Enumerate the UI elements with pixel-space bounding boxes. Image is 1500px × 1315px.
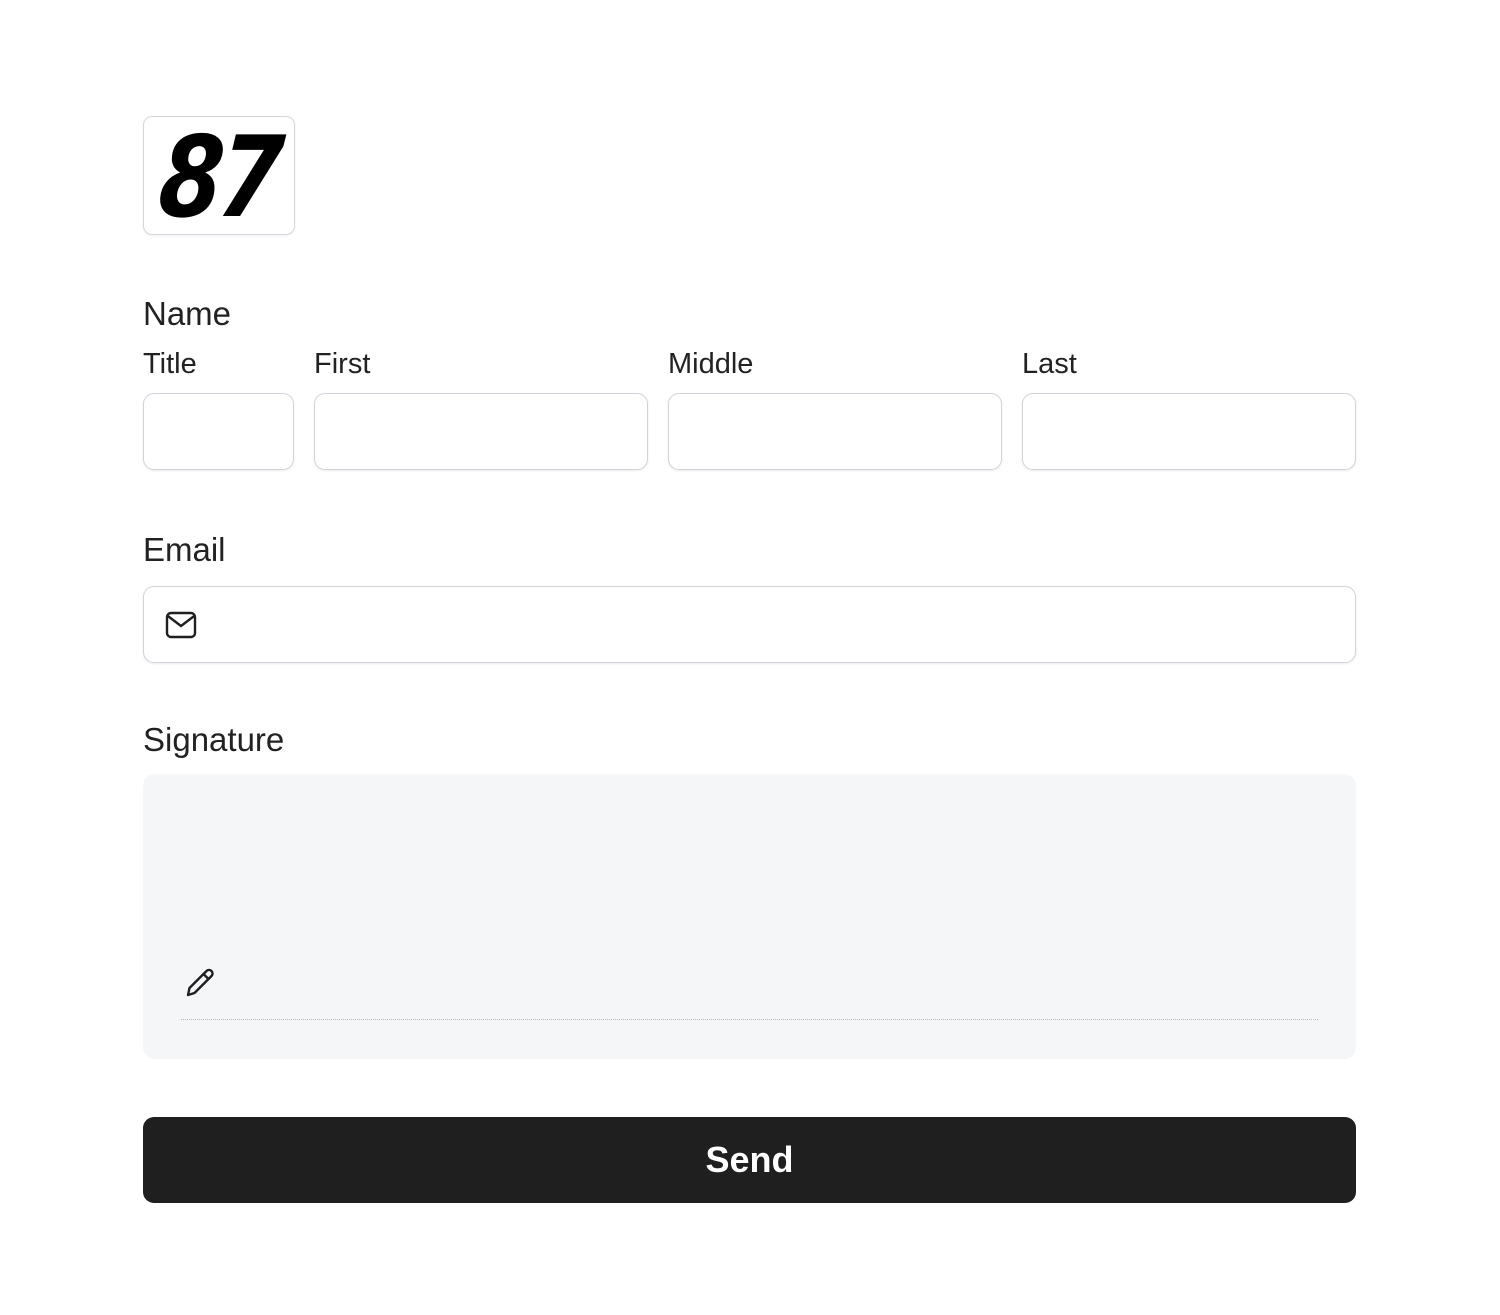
middle-name-label: Middle	[668, 348, 754, 380]
title-label: Title	[143, 348, 197, 380]
email-label: Email	[143, 531, 226, 568]
first-name-input[interactable]	[314, 393, 648, 470]
email-field[interactable]	[143, 586, 1356, 663]
email-input[interactable]	[209, 593, 1355, 656]
signature-label: Signature	[143, 721, 285, 758]
last-name-input[interactable]	[1022, 393, 1356, 470]
name-section-label: Name	[143, 295, 232, 332]
middle-name-input[interactable]	[668, 393, 1002, 470]
first-name-field-group: First	[314, 350, 648, 470]
first-name-label: First	[314, 348, 371, 380]
pencil-icon	[183, 966, 217, 1000]
middle-name-field-group: Middle	[668, 350, 1002, 470]
logo-text: 87	[154, 112, 284, 243]
title-field-group: Title	[143, 350, 294, 470]
send-button[interactable]: Send	[143, 1117, 1356, 1203]
last-name-field-group: Last	[1022, 350, 1356, 470]
signature-baseline	[181, 1019, 1318, 1020]
last-name-label: Last	[1022, 348, 1077, 380]
contact-form: 87 Name Title First Middle Last Email Si…	[143, 112, 1356, 1203]
logo: 87	[143, 112, 295, 243]
envelope-icon	[165, 611, 197, 639]
signature-pad[interactable]	[143, 774, 1356, 1059]
title-input[interactable]	[143, 393, 294, 470]
name-fields-row: Title First Middle Last	[143, 350, 1356, 470]
